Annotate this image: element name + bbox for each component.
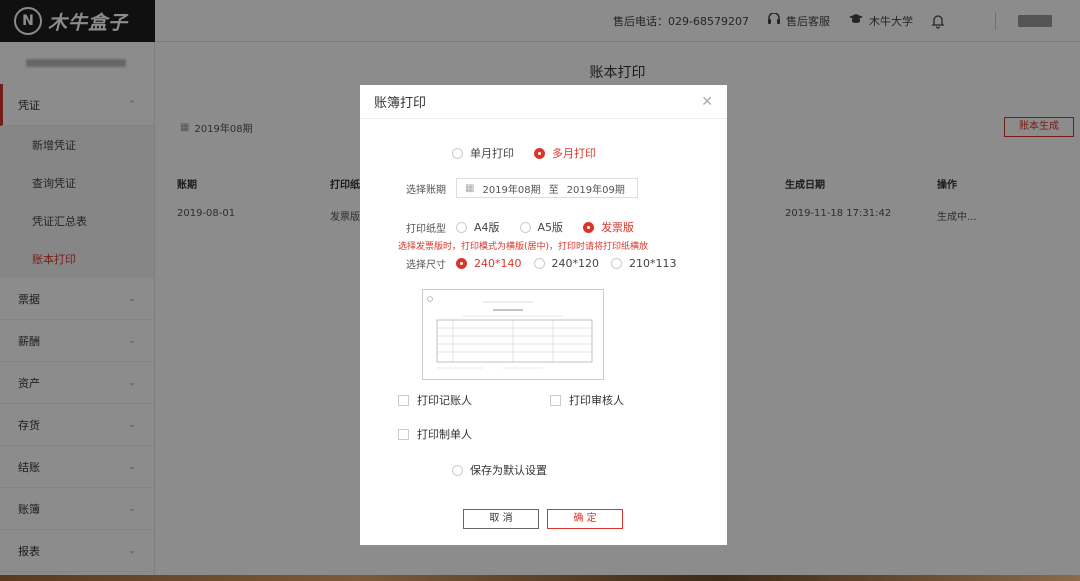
- radio-on-icon: [534, 147, 545, 159]
- radio-on-icon: [456, 258, 467, 269]
- radio-off-icon: [533, 258, 545, 269]
- period-range-input[interactable]: ▦ 2019年08期 至 2019年09期: [456, 178, 638, 198]
- print-dialog: 账簿打印 ✕ 单月打印 多月打印 选择账期 ▦ 2019年08期 至 2019年…: [360, 85, 727, 545]
- option-label: A4版: [474, 221, 500, 234]
- close-icon[interactable]: ✕: [701, 94, 713, 110]
- checkbox-label: 打印记账人: [417, 394, 472, 407]
- period-select-row: 选择账期 ▦ 2019年08期 至 2019年09期: [406, 178, 638, 198]
- option-label: 240*120: [551, 257, 600, 270]
- option-label: 240*140: [474, 257, 522, 270]
- size-210x113-option[interactable]: 210*113: [611, 257, 677, 270]
- check-reviewer[interactable]: 打印审核人: [550, 392, 624, 408]
- period-end: 2019年09期: [566, 184, 625, 196]
- checkbox-label: 打印制单人: [417, 428, 472, 441]
- calendar-icon: ▦: [465, 182, 475, 194]
- checkbox-icon: [398, 394, 409, 406]
- size-label: 选择尺寸: [406, 260, 446, 271]
- paper-invoice-option[interactable]: 发票版: [583, 219, 634, 235]
- checkbox-icon: [550, 394, 561, 406]
- cancel-button[interactable]: 取 消: [463, 509, 539, 529]
- save-default-option[interactable]: 保存为默认设置: [452, 462, 547, 478]
- check-bookkeeper[interactable]: 打印记账人: [398, 392, 472, 408]
- paper-a5-option[interactable]: A5版: [519, 219, 564, 235]
- dialog-title: 账簿打印: [374, 96, 427, 111]
- option-label: 保存为默认设置: [470, 464, 547, 477]
- period-start: 2019年08期: [482, 184, 541, 196]
- confirm-button[interactable]: 确 定: [547, 509, 623, 529]
- print-mode-group: 单月打印 多月打印: [452, 145, 616, 161]
- option-label: 210*113: [629, 257, 677, 270]
- checkbox-label: 打印审核人: [569, 394, 624, 407]
- dialog-header: 账簿打印 ✕: [360, 85, 727, 119]
- size-240x120-option[interactable]: 240*120: [533, 257, 600, 270]
- option-label: A5版: [537, 221, 564, 234]
- check-preparer[interactable]: 打印制单人: [398, 426, 472, 442]
- radio-off-icon: [611, 258, 622, 269]
- invoice-warning: 选择发票版时，打印模式为横版(居中)，打印时请将打印纸横放: [398, 242, 649, 252]
- radio-off-icon: [452, 147, 463, 159]
- radio-off-icon: [519, 221, 531, 233]
- period-separator: 至: [548, 184, 559, 196]
- paper-a4-option[interactable]: A4版: [456, 219, 500, 235]
- multi-month-option[interactable]: 多月打印: [534, 145, 596, 161]
- desktop-strip: [0, 575, 1080, 581]
- radio-on-icon: [583, 221, 595, 233]
- option-label: 多月打印: [552, 147, 596, 160]
- option-label: 单月打印: [470, 147, 514, 160]
- size-240x140-option[interactable]: 240*140: [456, 257, 522, 270]
- invoice-preview-image: [422, 289, 604, 380]
- checkbox-icon: [398, 428, 409, 440]
- paper-label: 打印纸型: [406, 223, 446, 235]
- option-label: 发票版: [601, 221, 635, 234]
- single-month-option[interactable]: 单月打印: [452, 145, 514, 161]
- period-label: 选择账期: [406, 184, 446, 196]
- paper-type-row: 打印纸型 A4版 A5版 发票版: [406, 219, 654, 235]
- radio-off-icon: [452, 464, 463, 476]
- size-select-row: 选择尺寸 240*140 240*120 210*113: [406, 256, 697, 271]
- radio-off-icon: [456, 221, 467, 233]
